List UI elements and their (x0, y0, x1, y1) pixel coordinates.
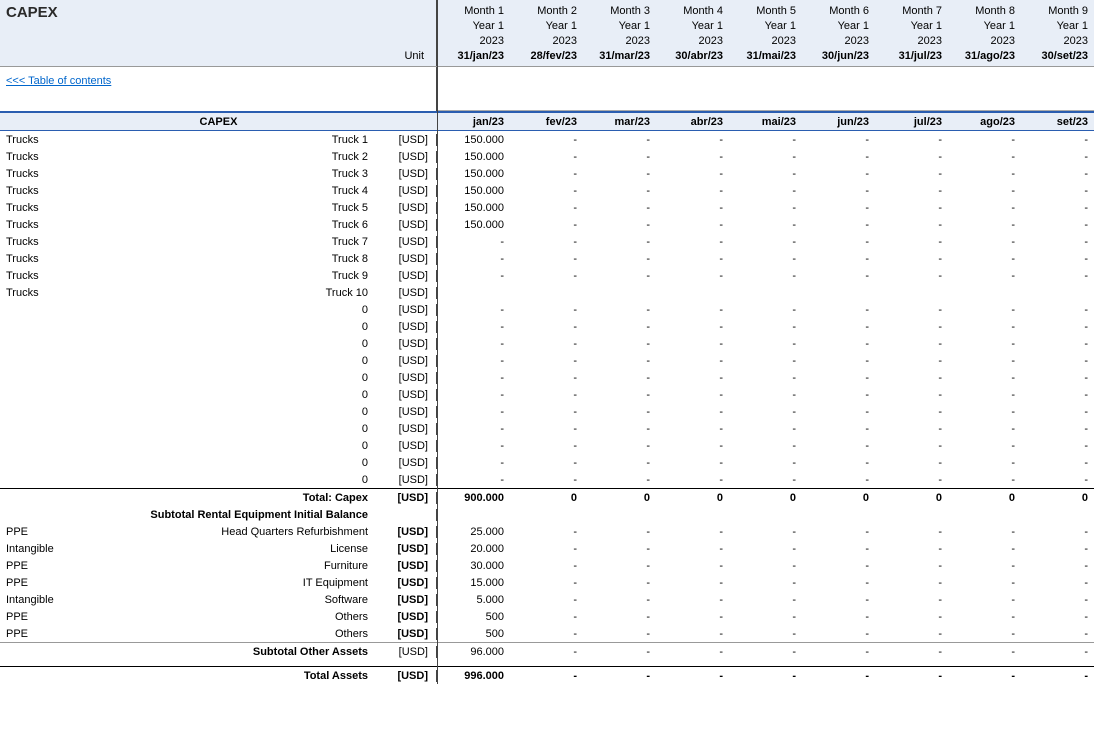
header-col: Month 1Year 1202331/jan/23 (437, 0, 510, 66)
table-row: PPEOthers[USD]500-------- (0, 608, 1094, 625)
header-col: Month 9Year 1202330/set/23 (1021, 0, 1094, 66)
table-row: 0[USD]--------- (0, 369, 1094, 386)
month-header: set/23 (1021, 116, 1094, 128)
table-row: TrucksTruck 3[USD]150.000-------- (0, 165, 1094, 182)
table-row: 0[USD]--------- (0, 420, 1094, 437)
table-row: PPEHead Quarters Refurbishment[USD]25.00… (0, 523, 1094, 540)
table-row: 0[USD]--------- (0, 335, 1094, 352)
month-header: abr/23 (656, 116, 729, 128)
month-header: jan/23 (437, 116, 510, 128)
row-subtotal-rental: Subtotal Rental Equipment Initial Balanc… (0, 506, 1094, 523)
table-row: 0[USD]--------- (0, 471, 1094, 488)
header-col: Month 5Year 1202331/mai/23 (729, 0, 802, 66)
section-label: CAPEX (0, 116, 437, 128)
month-header: fev/23 (510, 116, 583, 128)
table-row: 0[USD]--------- (0, 386, 1094, 403)
table-row: TrucksTruck 9[USD]--------- (0, 267, 1094, 284)
month-header: ago/23 (948, 116, 1021, 128)
table-row: IntangibleSoftware[USD]5.000-------- (0, 591, 1094, 608)
page-title: CAPEX (6, 4, 430, 21)
table-row: TrucksTruck 5[USD]150.000-------- (0, 199, 1094, 216)
table-row: 0[USD]--------- (0, 352, 1094, 369)
table-row: PPEOthers[USD]500-------- (0, 625, 1094, 642)
toc-link[interactable]: <<< Table of contents (6, 75, 111, 87)
month-header: jun/23 (802, 116, 875, 128)
table-row: TrucksTruck 2[USD]150.000-------- (0, 148, 1094, 165)
table-row: TrucksTruck 10[USD] (0, 284, 1094, 301)
table-row: TrucksTruck 7[USD]--------- (0, 233, 1094, 250)
month-header: mar/23 (583, 116, 656, 128)
table-row: TrucksTruck 8[USD]--------- (0, 250, 1094, 267)
header-col: Month 4Year 1202330/abr/23 (656, 0, 729, 66)
table-row: TrucksTruck 6[USD]150.000-------- (0, 216, 1094, 233)
table-row: 0[USD]--------- (0, 403, 1094, 420)
header-col: Month 7Year 1202331/jul/23 (875, 0, 948, 66)
unit-label: Unit (6, 50, 430, 64)
header-col: Month 2Year 1202328/fev/23 (510, 0, 583, 66)
row-total-capex: Total: Capex [USD] 900.00000000000 (0, 488, 1094, 506)
table-row: 0[USD]--------- (0, 454, 1094, 471)
table-row: TrucksTruck 1[USD]150.000-------- (0, 131, 1094, 148)
table-row: 0[USD]--------- (0, 318, 1094, 335)
table-row: PPEFurniture[USD]30.000-------- (0, 557, 1094, 574)
section-header-capex: CAPEX jan/23fev/23mar/23abr/23mai/23jun/… (0, 111, 1094, 131)
header-col: Month 6Year 1202330/jun/23 (802, 0, 875, 66)
month-header: jul/23 (875, 116, 948, 128)
row-total-assets: Total Assets [USD] 996.000-------- (0, 666, 1094, 684)
header-col: Month 3Year 1202331/mar/23 (583, 0, 656, 66)
table-row: 0[USD]--------- (0, 437, 1094, 454)
table-row: 0[USD]--------- (0, 301, 1094, 318)
vertical-divider (437, 0, 438, 684)
table-row: IntangibleLicense[USD]20.000-------- (0, 540, 1094, 557)
table-row: TrucksTruck 4[USD]150.000-------- (0, 182, 1094, 199)
month-header: mai/23 (729, 116, 802, 128)
header-block: CAPEX Unit Month 1Year 1202331/jan/23Mon… (0, 0, 1094, 67)
header-col: Month 8Year 1202331/ago/23 (948, 0, 1021, 66)
table-row: PPEIT Equipment[USD]15.000-------- (0, 574, 1094, 591)
row-subtotal-other: Subtotal Other Assets [USD] 96.000------… (0, 642, 1094, 660)
